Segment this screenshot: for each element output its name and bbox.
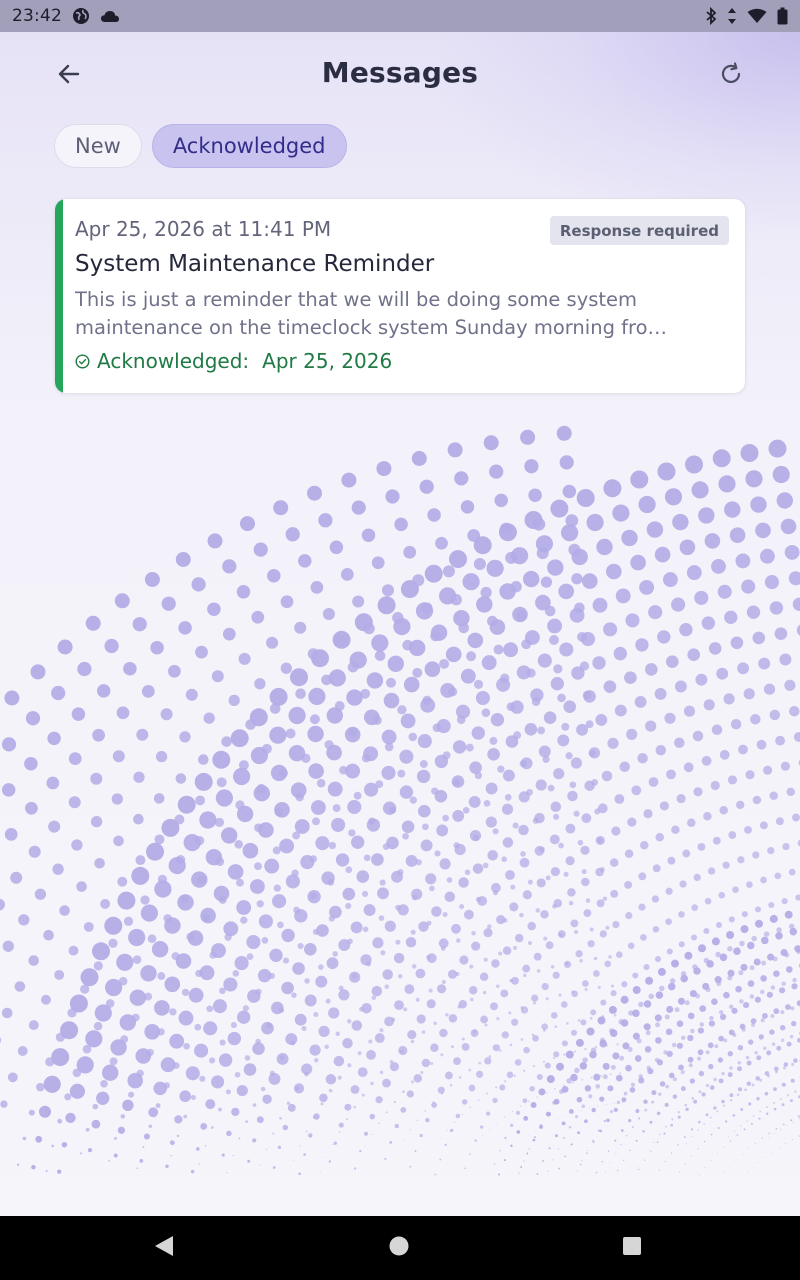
acknowledged-label: Acknowledged: [97,349,250,373]
tab-new[interactable]: New [54,124,142,168]
refresh-icon [718,61,744,91]
check-circle-icon [75,353,90,369]
status-bar: 23:42 [0,0,800,32]
battery-icon [777,7,788,25]
nav-home-icon [388,1235,410,1261]
nav-back-icon [153,1234,175,1262]
message-title: System Maintenance Reminder [75,251,435,277]
nav-home-button[interactable] [383,1232,415,1264]
card-accent-bar [55,199,63,393]
cloud-icon [100,9,120,23]
status-left: 23:42 [12,6,120,26]
status-time: 23:42 [12,6,62,26]
message-filter-tabs: New Acknowledged [54,124,347,168]
system-nav-bar [0,1216,800,1280]
nav-recents-button[interactable] [616,1232,648,1264]
app-bar: Messages [0,32,800,118]
refresh-button[interactable] [707,52,755,100]
data-arrows-icon [727,7,737,25]
acknowledged-row: Acknowledged: Apr 25, 2026 [75,349,392,373]
message-date: Apr 25, 2026 at 11:41 PM [75,217,332,241]
acknowledged-date: Apr 25, 2026 [262,349,393,373]
wifi-icon [747,8,767,24]
status-badge: Response required [549,216,729,245]
nav-back-button[interactable] [148,1232,180,1264]
page-title: Messages [321,56,479,89]
message-card[interactable]: Apr 25, 2026 at 11:41 PM Response requir… [54,198,746,394]
globe-icon [72,7,90,25]
nav-recents-icon [622,1236,642,1260]
status-right [705,7,788,25]
message-preview: This is just a reminder that we will be … [75,288,668,339]
tab-acknowledged[interactable]: Acknowledged [151,124,347,168]
bluetooth-icon [705,7,717,25]
